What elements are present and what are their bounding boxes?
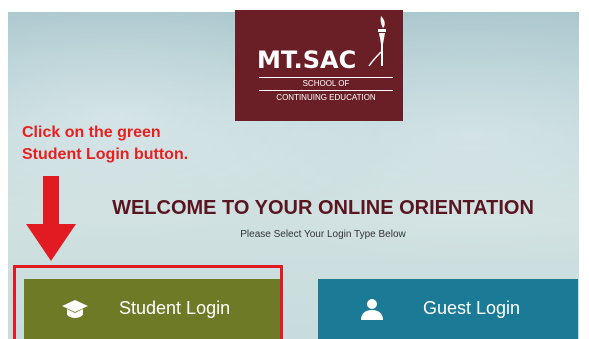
login-page-screenshot: MT.SAC SCHOOL OF CONTINUING EDUCATION Cl… (0, 0, 589, 339)
instruction-annotation: Click on the green Student Login button. (22, 122, 282, 166)
instruction-line-1: Click on the green (22, 124, 161, 141)
page-title: WELCOME TO YOUR ONLINE ORIENTATION (112, 197, 534, 219)
user-icon (361, 299, 383, 320)
guest-login-button[interactable]: Guest Login (318, 279, 578, 339)
mtsac-logo: MT.SAC SCHOOL OF CONTINUING EDUCATION (235, 10, 403, 121)
graduation-cap-icon (62, 300, 88, 318)
student-login-label: Student Login (119, 298, 231, 318)
logo-text: MT.SAC (257, 46, 357, 74)
red-arrow-icon (26, 176, 76, 261)
logo-divider (259, 77, 393, 78)
student-login-button[interactable]: Student Login (24, 279, 280, 339)
instruction-line-2: Student Login button. (22, 146, 189, 163)
guest-login-label: Guest Login (423, 298, 521, 318)
left-margin (0, 0, 8, 339)
logo-divider (259, 90, 393, 91)
torch-icon (368, 16, 386, 67)
logo-subtext-1: SCHOOL OF (302, 79, 350, 88)
logo-subtext-2: CONTINUING EDUCATION (276, 93, 376, 102)
page-subtitle: Please Select Your Login Type Below (240, 229, 406, 240)
right-margin (579, 0, 589, 339)
